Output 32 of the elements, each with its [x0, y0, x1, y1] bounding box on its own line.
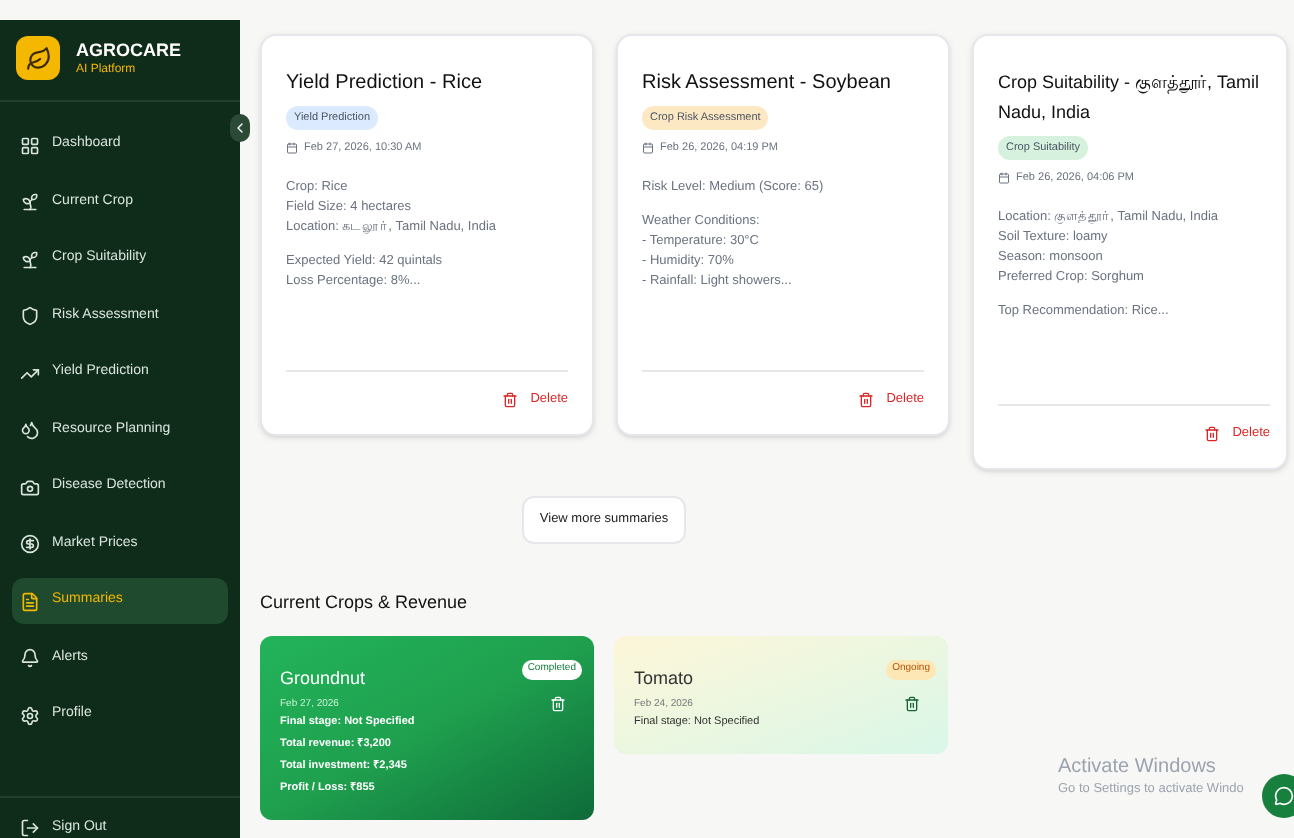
card-title: Risk Assessment - Soybean: [642, 70, 893, 98]
trash-icon[interactable]: [904, 696, 920, 713]
leaf-logo-icon: [16, 36, 60, 80]
calendar-icon: [998, 172, 1010, 185]
chevron-left-icon: [232, 120, 248, 136]
collapse-button[interactable]: [230, 114, 250, 142]
sprout-icon: [20, 249, 40, 269]
crop-name: Groundnut: [280, 666, 366, 693]
sprout-icon: [20, 192, 40, 212]
crop-name: Tomato: [634, 666, 694, 693]
calendar-icon: [642, 142, 654, 155]
trend-icon: [20, 363, 40, 383]
trash-icon: [1204, 426, 1221, 443]
shield-icon: [20, 306, 40, 326]
card-title: Yield Prediction - Rice: [286, 70, 485, 98]
card-title: Crop Suitability - குளத்தூர், Tamil Nadu, India: [998, 70, 1262, 126]
coin-icon: [20, 534, 40, 554]
activation-title: Activate Windows: [1058, 754, 1218, 780]
grid-icon: [20, 135, 40, 155]
calendar-icon: [286, 142, 298, 155]
camera-icon: [20, 477, 40, 497]
section-title: Current Crops & Revenue: [260, 589, 470, 616]
sign-out-icon: [20, 817, 40, 838]
trash-icon: [858, 392, 875, 409]
trash-icon: [502, 392, 519, 409]
document-icon: [20, 591, 40, 611]
chat-icon: [1274, 786, 1294, 806]
chat-button[interactable]: [1262, 774, 1294, 818]
brand-name: AGROCARE: [76, 41, 182, 59]
droplet-icon: [20, 420, 40, 440]
gear-icon: [20, 705, 40, 725]
bell-icon: [20, 648, 40, 668]
